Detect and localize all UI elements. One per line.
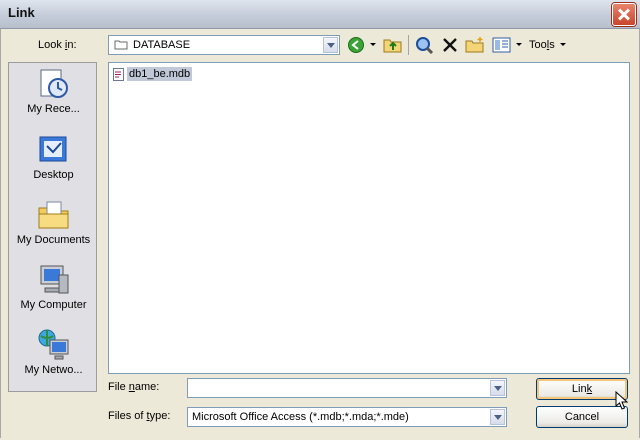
- access-database-icon: [113, 68, 124, 81]
- place-my-network-places[interactable]: My Netwo...: [9, 328, 98, 376]
- mouse-cursor-icon: [615, 391, 629, 410]
- new-folder-icon[interactable]: [465, 36, 485, 54]
- place-label: My Computer: [20, 299, 87, 311]
- search-web-icon[interactable]: [415, 36, 435, 54]
- place-label: My Netwo...: [24, 364, 83, 376]
- close-button[interactable]: [612, 3, 636, 26]
- back-dropdown-icon[interactable]: [369, 40, 377, 58]
- chevron-down-icon[interactable]: [323, 37, 338, 53]
- file-type-select[interactable]: Microsoft Office Access (*.mdb;*.mda;*.m…: [187, 407, 507, 427]
- place-desktop[interactable]: Desktop: [9, 133, 98, 181]
- file-name-label: File name:: [108, 381, 160, 393]
- views-icon[interactable]: [492, 36, 512, 54]
- look-in-value: DATABASE: [133, 39, 191, 51]
- file-name-input[interactable]: [187, 378, 507, 398]
- file-type-value: Microsoft Office Access (*.mdb;*.mda;*.m…: [192, 411, 409, 423]
- delete-icon[interactable]: [441, 36, 459, 54]
- my-computer-icon: [40, 265, 68, 294]
- file-name: db1_be.mdb: [127, 67, 193, 81]
- tools-dropdown-icon[interactable]: [559, 40, 567, 58]
- look-in-label: Look in:: [38, 39, 77, 51]
- views-dropdown-icon[interactable]: [515, 40, 523, 58]
- title-bar: Link: [0, 0, 640, 29]
- file-type-label: Files of type:: [108, 410, 171, 422]
- place-my-recent-documents[interactable]: My Rece...: [9, 67, 98, 115]
- window-title: Link: [8, 5, 35, 20]
- file-list[interactable]: db1_be.mdb: [108, 62, 630, 374]
- network-places-icon: [38, 329, 68, 360]
- places-bar: My Rece... Desktop My Documents My Compu…: [8, 62, 97, 392]
- chevron-down-icon[interactable]: [490, 409, 505, 425]
- tools-menu[interactable]: Tools: [529, 39, 555, 51]
- look-in-combo[interactable]: DATABASE: [108, 35, 340, 55]
- recent-documents-icon: [40, 69, 68, 98]
- desktop-icon: [39, 136, 66, 162]
- up-folder-icon[interactable]: [383, 36, 403, 54]
- back-icon[interactable]: [347, 36, 365, 54]
- place-my-documents[interactable]: My Documents: [9, 198, 98, 246]
- place-label: Desktop: [33, 169, 74, 181]
- folder-icon: [114, 40, 128, 50]
- place-label: My Rece...: [27, 103, 80, 115]
- chevron-down-icon[interactable]: [490, 380, 505, 396]
- my-documents-icon: [38, 201, 68, 229]
- toolbar-separator: [408, 35, 409, 55]
- place-my-computer[interactable]: My Computer: [9, 263, 98, 311]
- place-label: My Documents: [16, 234, 91, 246]
